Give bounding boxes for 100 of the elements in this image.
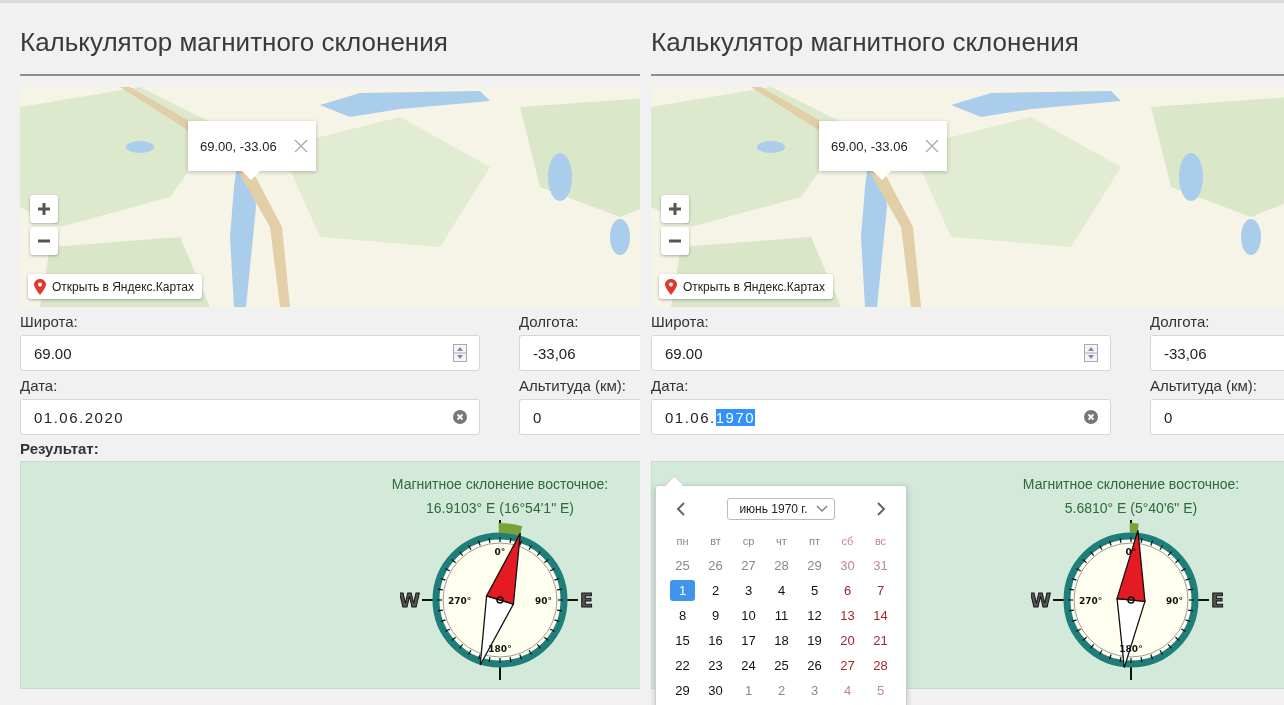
month-dropdown[interactable]: июнь 1970 г.: [727, 498, 835, 520]
declination-arc: [498, 523, 523, 536]
plus-icon: [668, 202, 682, 216]
calendar-day[interactable]: 15: [670, 630, 695, 651]
field-label: Дата:: [20, 376, 59, 396]
calendar-day[interactable]: 24: [736, 655, 761, 676]
zoom-in-button[interactable]: [661, 195, 689, 223]
declination-value: 16.9103° E (16°54'1" E): [425, 499, 574, 518]
weekday-label: вс: [873, 533, 888, 549]
calendar-day[interactable]: 23: [703, 655, 728, 676]
calendar-day[interactable]: 16: [703, 630, 728, 651]
calendar-day[interactable]: 27: [736, 555, 761, 576]
clear-icon[interactable]: [1084, 410, 1098, 424]
compass-direction-label: W: [400, 589, 420, 611]
compass-degree-label: 0°: [1125, 547, 1137, 557]
calendar-day[interactable]: 13: [835, 605, 860, 626]
calendar-day[interactable]: 30: [703, 680, 728, 701]
calendar-day[interactable]: 5: [802, 580, 827, 601]
calendar-day[interactable]: 26: [802, 655, 827, 676]
input-field[interactable]: 69.00: [20, 335, 480, 371]
calendar-day[interactable]: 6: [835, 580, 860, 601]
calendar-day[interactable]: 22: [670, 655, 695, 676]
clear-icon[interactable]: [453, 410, 467, 424]
calendar-day[interactable]: 12: [802, 605, 827, 626]
coordinates-text: 69.00, -33.06: [831, 138, 908, 154]
calendar-day[interactable]: 27: [835, 655, 860, 676]
weekday-label: ср: [741, 533, 756, 549]
input-field[interactable]: -33,06: [519, 335, 640, 371]
calendar-day[interactable]: 28: [868, 655, 893, 676]
result-heading: Магнитное склонение восточное:: [1022, 475, 1240, 494]
input-field[interactable]: 0: [519, 399, 640, 435]
calendar-day[interactable]: 25: [670, 555, 695, 576]
calendar-day[interactable]: 26: [703, 555, 728, 576]
calendar-day[interactable]: 14: [868, 605, 893, 626]
spinner-icon[interactable]: [453, 344, 467, 362]
calendar-day[interactable]: 20: [835, 630, 860, 651]
calendar-day[interactable]: 28: [769, 555, 794, 576]
weekday-label: пн: [675, 533, 690, 549]
calendar-day[interactable]: 3: [802, 680, 827, 701]
result-label: Результат:: [20, 439, 99, 459]
input-field[interactable]: -33,06: [1150, 335, 1284, 371]
calendar-day[interactable]: 2: [769, 680, 794, 701]
calendar-day[interactable]: 4: [769, 580, 794, 601]
field-label: Альтитуда (км):: [519, 376, 627, 396]
input-field[interactable]: 01.06.2020: [20, 399, 480, 435]
calendar-day[interactable]: 7: [868, 580, 893, 601]
compass-direction-label: E: [1211, 589, 1224, 611]
weekday-label: сб: [840, 533, 855, 549]
declination-arc: [1129, 523, 1139, 534]
field-label: Долгота:: [1150, 312, 1211, 332]
result-heading: Магнитное склонение восточное:: [391, 475, 609, 494]
calendar-day[interactable]: 10: [736, 605, 761, 626]
previous-month-icon[interactable]: [676, 501, 686, 517]
weekday-label: пт: [808, 533, 821, 549]
calendar-day[interactable]: 25: [769, 655, 794, 676]
field-label: Широта:: [651, 312, 710, 332]
zoom-in-button[interactable]: [30, 195, 58, 223]
field-label: Дата:: [651, 376, 690, 396]
declination-value: 5.6810° E (5°40'6" E): [1064, 499, 1198, 518]
zoom-out-button[interactable]: [30, 227, 58, 255]
calendar-day[interactable]: 21: [868, 630, 893, 651]
coordinates-text: 69.00, -33.06: [200, 138, 277, 154]
map-pin-icon: [34, 278, 46, 295]
compass-degree-label: 90°: [534, 596, 552, 606]
zoom-out-button[interactable]: [661, 227, 689, 255]
calendar-day[interactable]: 17: [736, 630, 761, 651]
weekday-label: чт: [775, 533, 788, 549]
compass-degree-label: 180°: [488, 644, 512, 654]
calendar-day[interactable]: 29: [802, 555, 827, 576]
compass-direction-label: W: [1031, 589, 1051, 611]
compass-degree-label: 90°: [1165, 596, 1183, 606]
spinner-icon[interactable]: [1084, 344, 1098, 362]
calendar-day[interactable]: 1: [736, 680, 761, 701]
plus-icon: [37, 202, 51, 216]
field-label: Широта:: [20, 312, 79, 332]
next-month-icon[interactable]: [876, 501, 886, 517]
field-label: Альтитуда (км):: [1150, 376, 1258, 396]
input-field[interactable]: 01.06.1970: [651, 399, 1111, 435]
calendar-day[interactable]: 19: [802, 630, 827, 651]
calendar-day[interactable]: 2: [703, 580, 728, 601]
page-title: Калькулятор магнитного склонения: [651, 26, 1080, 59]
input-field[interactable]: 0: [1150, 399, 1284, 435]
calendar-day[interactable]: 9: [703, 605, 728, 626]
calendar-day[interactable]: 8: [670, 605, 695, 626]
open-map-button[interactable]: Открыть в Яндекс.Картах: [28, 274, 202, 299]
compass-degree-label: 270°: [1079, 596, 1103, 606]
calendar-day[interactable]: 11: [769, 605, 794, 626]
calendar-day[interactable]: 29: [670, 680, 695, 701]
compass-degree-label: 0°: [494, 547, 506, 557]
calendar-day[interactable]: 18: [769, 630, 794, 651]
input-field[interactable]: 69.00: [651, 335, 1111, 371]
map-pin-icon: [665, 278, 677, 295]
weekday-label: вт: [709, 533, 722, 549]
chevron-down-icon: [815, 505, 828, 513]
compass-direction-label: E: [580, 589, 593, 611]
compass-degree-label: 270°: [448, 596, 472, 606]
calendar-day[interactable]: 3: [736, 580, 761, 601]
page-title: Калькулятор магнитного склонения: [20, 26, 449, 59]
field-label: Долгота:: [519, 312, 580, 332]
open-map-button[interactable]: Открыть в Яндекс.Картах: [659, 274, 833, 299]
